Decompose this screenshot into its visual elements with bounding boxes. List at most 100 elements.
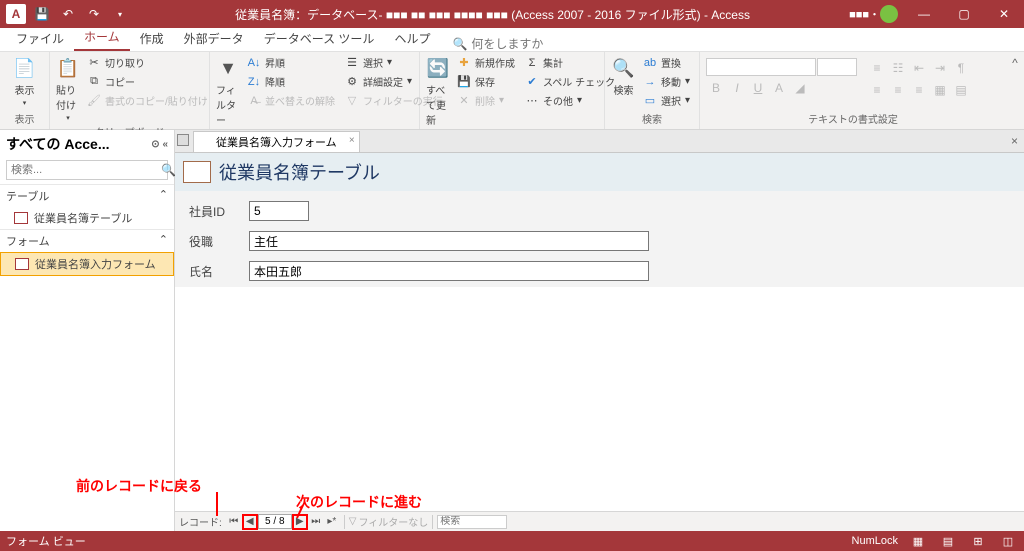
record-selector[interactable] <box>177 134 189 146</box>
refresh-icon: 🔄 <box>426 56 450 80</box>
fill-color-button[interactable]: ◢ <box>790 78 810 98</box>
bullets-button[interactable]: ≡ <box>867 58 887 78</box>
navigation-pane: すべての Acce... ⊙ « 🔍 テーブル⌃ 従業員名簿テーブル フォーム⌃… <box>0 130 175 531</box>
sort-asc-button[interactable]: A↓昇順 <box>244 54 338 71</box>
copy-button[interactable]: ⧉コピー <box>84 73 211 90</box>
field-id-label: 社員ID <box>189 203 249 220</box>
design-view-button[interactable]: ◫ <box>998 533 1018 549</box>
last-record-button[interactable]: ⏭ <box>308 514 324 530</box>
collapse-ribbon-button[interactable]: ^ <box>1006 52 1024 129</box>
sort-desc-button[interactable]: Z↓降順 <box>244 73 338 90</box>
view-button[interactable]: 📄 表示 ▾ <box>6 54 43 107</box>
view-label: 表示 <box>15 82 35 97</box>
select-button[interactable]: ▭選択 ▾ <box>640 92 693 109</box>
prev-record-button[interactable]: ◀ <box>242 514 258 530</box>
close-button[interactable]: ✕ <box>984 0 1024 28</box>
numbering-button[interactable]: ☷ <box>888 58 908 78</box>
nav-item-form[interactable]: 従業員名簿入力フォーム <box>0 252 174 276</box>
form-view-button[interactable]: ▦ <box>908 533 928 549</box>
next-record-button[interactable]: ▶ <box>292 514 308 530</box>
alt-row-color-button[interactable]: ▤ <box>951 80 971 100</box>
refresh-all-button[interactable]: 🔄 すべて更新 ▾ <box>426 54 450 137</box>
layout-view-button[interactable]: ⊞ <box>968 533 988 549</box>
new-icon: ✚ <box>457 56 471 70</box>
content-area: すべての Acce... ⊙ « 🔍 テーブル⌃ 従業員名簿テーブル フォーム⌃… <box>0 130 1024 531</box>
align-left-button[interactable]: ≡ <box>867 80 887 100</box>
tab-external-data[interactable]: 外部データ <box>174 26 254 51</box>
nav-search[interactable]: 🔍 <box>6 160 168 180</box>
remove-sort-icon: A̶ <box>247 94 261 108</box>
text-direction-button[interactable]: ¶ <box>951 58 971 78</box>
nav-group-forms[interactable]: フォーム⌃ <box>0 229 174 252</box>
field-name-input[interactable] <box>249 261 649 281</box>
delete-record-button[interactable]: ✕削除 ▾ <box>454 92 518 109</box>
cut-icon: ✂ <box>87 56 101 70</box>
new-record-button[interactable]: ✚新規作成 <box>454 54 518 71</box>
tell-me-search[interactable]: 🔍 <box>452 37 591 51</box>
format-painter-button[interactable]: 🖌書式のコピー/貼り付け <box>84 92 211 109</box>
record-position-input[interactable] <box>258 514 292 529</box>
user-avatar[interactable] <box>880 5 898 23</box>
minimize-button[interactable]: — <box>904 0 944 28</box>
first-record-button[interactable]: ⏮ <box>226 514 242 530</box>
tab-home[interactable]: ホーム <box>74 24 130 51</box>
window-title: 従業員名簿：データベース- ■■■ ■■ ■■■ ■■■■ ■■■ (Acces… <box>136 6 849 23</box>
new-record-nav-button[interactable]: ▸* <box>324 514 340 530</box>
field-role-input[interactable] <box>249 231 649 251</box>
spelling-button[interactable]: ✔スペル チェック <box>522 73 618 90</box>
nav-group-tables[interactable]: テーブル⌃ <box>0 184 174 207</box>
form-detail: 社員ID 役職 氏名 <box>175 191 1024 301</box>
paste-button[interactable]: 📋 貼り付け ▾ <box>56 54 80 122</box>
redo-icon[interactable]: ↷ <box>84 4 104 24</box>
totals-button[interactable]: Σ集計 <box>522 54 618 71</box>
tell-me-input[interactable] <box>471 37 591 51</box>
search-icon: 🔍 <box>452 37 467 51</box>
indent-dec-button[interactable]: ⇤ <box>909 58 929 78</box>
save-record-button[interactable]: 💾保存 <box>454 73 518 90</box>
goto-icon: → <box>643 75 657 89</box>
font-family-select[interactable] <box>706 58 816 76</box>
underline-button[interactable]: U <box>748 78 768 98</box>
nav-dropdown-icon[interactable]: ⊙ « <box>151 139 168 150</box>
access-app-icon[interactable]: A <box>6 4 26 24</box>
tab-close-icon[interactable]: × <box>349 135 355 146</box>
goto-button[interactable]: →移動 ▾ <box>640 73 693 90</box>
gridlines-button[interactable]: ▦ <box>930 80 950 100</box>
tab-file[interactable]: ファイル <box>6 26 74 51</box>
tab-help[interactable]: ヘルプ <box>384 26 440 51</box>
qat-customize-icon[interactable]: ▾ <box>110 4 130 24</box>
delete-icon: ✕ <box>457 94 471 108</box>
nav-item-table[interactable]: 従業員名簿テーブル <box>0 207 174 229</box>
group-textfmt-label: テキストの書式設定 <box>706 109 1000 129</box>
filter-button[interactable]: ▼ フィルター <box>216 54 240 127</box>
tab-create[interactable]: 作成 <box>130 26 174 51</box>
remove-sort-button[interactable]: A̶並べ替えの解除 <box>244 92 338 109</box>
undo-icon[interactable]: ↶ <box>58 4 78 24</box>
datasheet-view-button[interactable]: ▤ <box>938 533 958 549</box>
align-right-button[interactable]: ≡ <box>909 80 929 100</box>
refresh-label: すべて更新 <box>426 82 450 127</box>
filter-label: フィルター <box>216 82 240 127</box>
nav-search-input[interactable] <box>7 164 157 176</box>
find-button[interactable]: 🔍 検索 <box>611 54 636 97</box>
maximize-button[interactable]: ▢ <box>944 0 984 28</box>
indent-inc-button[interactable]: ⇥ <box>930 58 950 78</box>
save-icon[interactable]: 💾 <box>32 4 52 24</box>
font-size-select[interactable] <box>817 58 857 76</box>
replace-button[interactable]: ab置換 <box>640 54 693 71</box>
align-center-button[interactable]: ≡ <box>888 80 908 100</box>
tab-database-tools[interactable]: データベース ツール <box>254 26 385 51</box>
font-color-button[interactable]: A <box>769 78 789 98</box>
form-tab-title: 従業員名簿入力フォーム <box>216 134 337 150</box>
more-button[interactable]: ⋯その他 ▾ <box>522 92 618 109</box>
italic-button[interactable]: I <box>727 78 747 98</box>
sort-asc-icon: A↓ <box>247 56 261 70</box>
bold-button[interactable]: B <box>706 78 726 98</box>
field-id-input[interactable] <box>249 201 309 221</box>
form-tab[interactable]: 従業員名簿入力フォーム × <box>193 131 360 152</box>
cut-button[interactable]: ✂切り取り <box>84 54 211 71</box>
view-icon: 📄 <box>13 56 37 80</box>
recnav-search-input[interactable] <box>437 515 507 529</box>
close-form-button[interactable]: × <box>1011 134 1018 148</box>
group-view-label: 表示 <box>6 109 43 129</box>
